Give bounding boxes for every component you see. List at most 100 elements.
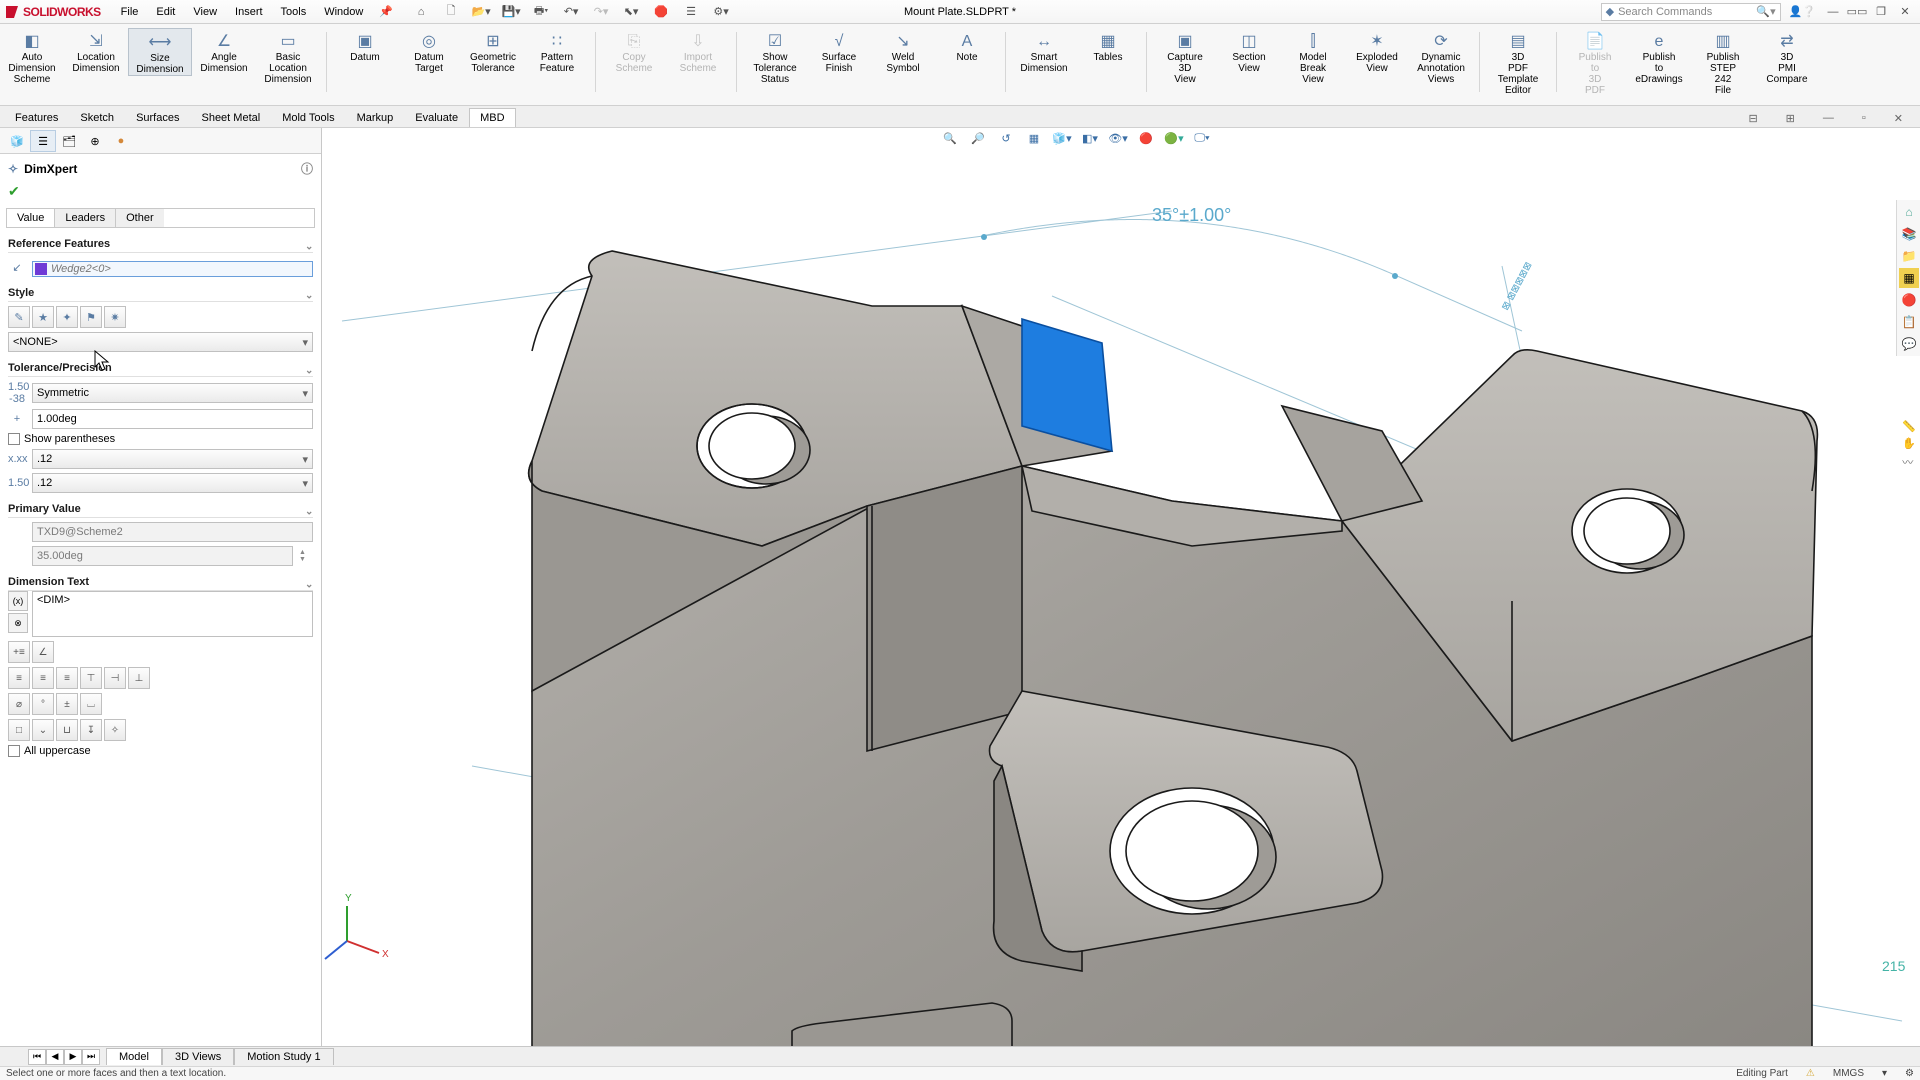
justify-top-button[interactable]: ⊤ [80, 667, 102, 689]
tab-sketch[interactable]: Sketch [69, 108, 125, 127]
tab-markup[interactable]: Markup [346, 108, 405, 127]
view-palette-icon[interactable]: ▦ [1899, 268, 1919, 288]
status-units[interactable]: MMGS [1833, 1068, 1864, 1079]
show-parentheses-checkbox[interactable]: Show parentheses [8, 433, 313, 445]
tangent-icon[interactable]: 〰 [1902, 454, 1916, 470]
help-icon[interactable]: ❔ [1802, 5, 1816, 18]
more-symbol-button[interactable]: ✧ [104, 719, 126, 741]
tab-min-icon[interactable]: — [1812, 108, 1845, 128]
down-symbol-button[interactable]: ⌄ [32, 719, 54, 741]
menu-edit[interactable]: Edit [148, 3, 183, 21]
status-custom-icon[interactable]: ⚙ [1905, 1068, 1914, 1079]
dimension-text-area[interactable]: <DIM> [32, 591, 313, 637]
close-button[interactable]: ✕ [1894, 3, 1916, 21]
zoom-fit-icon[interactable]: 🔍 [940, 128, 960, 148]
pm-tab-leaders[interactable]: Leaders [55, 209, 116, 227]
rebuild-icon[interactable]: 🛑 [651, 2, 671, 22]
ribbon-geometric-tolerance[interactable]: ⊞GeometricTolerance [461, 28, 525, 74]
unit-precision-select[interactable]: .12 [32, 449, 313, 469]
tab-mold-tools[interactable]: Mold Tools [271, 108, 345, 127]
appearances-icon[interactable]: 🔴 [1899, 290, 1919, 310]
menu-tools[interactable]: Tools [273, 3, 315, 21]
settings-icon[interactable]: ⚙▾ [711, 2, 731, 22]
menu-view[interactable]: View [185, 3, 225, 21]
render-icon[interactable]: 🖵▾ [1192, 128, 1212, 148]
section-reference-features[interactable]: Reference Features [8, 236, 313, 253]
deg-symbol-button[interactable]: ° [32, 693, 54, 715]
home-tab-icon[interactable]: ⌂ [1899, 202, 1919, 222]
ribbon-capture-3d-view[interactable]: ▣Capture3DView [1153, 28, 1217, 85]
section-icon[interactable]: ▦ [1024, 128, 1044, 148]
style-load-button[interactable]: ✎ [8, 306, 30, 328]
pm-tab-other[interactable]: Other [116, 209, 164, 227]
ribbon-size-dimension[interactable]: ⟷SizeDimension [128, 28, 192, 76]
section-tolerance[interactable]: Tolerance/Precision [8, 360, 313, 377]
custom-props-icon[interactable]: 📋 [1899, 312, 1919, 332]
bracket-left-button[interactable]: (x) [8, 591, 28, 611]
ribbon-import-scheme[interactable]: ⇩ImportScheme [666, 28, 730, 74]
ribbon-location-dimension[interactable]: ⇲LocationDimension [64, 28, 128, 74]
tab-new-icon[interactable]: ⊞ [1775, 108, 1806, 128]
pin-icon[interactable]: 📌 [379, 5, 393, 18]
tab-close-icon[interactable]: ✕ [1883, 108, 1914, 128]
tab-evaluate[interactable]: Evaluate [404, 108, 469, 127]
print-icon[interactable]: 🖶▾ [531, 2, 551, 22]
spinner-up-icon[interactable]: ▲ [299, 549, 313, 556]
tolerance-value-input[interactable]: 1.00deg [32, 409, 313, 429]
save-icon[interactable]: 💾▾ [501, 2, 521, 22]
ribbon-tables[interactable]: ▦Tables [1076, 28, 1140, 63]
justify-left-button[interactable]: ≡ [8, 667, 30, 689]
justify-bot-button[interactable]: ⊥ [128, 667, 150, 689]
scene-icon[interactable]: 🟢▾ [1164, 128, 1184, 148]
ruler-icon[interactable]: 📏 [1902, 420, 1916, 433]
ribbon-pattern-feature[interactable]: ∷PatternFeature [525, 28, 589, 74]
display-manager-tab[interactable]: ● [108, 130, 134, 152]
ribbon-3d-pdf-template-editor[interactable]: ▤3DPDFTemplateEditor [1486, 28, 1550, 96]
add-symbol-button[interactable]: +≡ [8, 641, 30, 663]
pm-tab-value[interactable]: Value [7, 209, 55, 227]
rebuild-needed-icon[interactable]: ⚠ [1806, 1068, 1815, 1079]
style-apply-button[interactable]: ⚑ [80, 306, 102, 328]
cb-symbol-button[interactable]: ⌴ [80, 693, 102, 715]
first-tab-button[interactable]: ⏮ [28, 1049, 46, 1065]
menu-file[interactable]: File [113, 3, 147, 21]
pm-symbol-button[interactable]: ± [56, 693, 78, 715]
ribbon-publish-to-3d-pdf[interactable]: 📄Publishto3DPDF [1563, 28, 1627, 96]
ribbon-weld-symbol[interactable]: ↘WeldSymbol [871, 28, 935, 74]
dimxpert-manager-tab[interactable]: ⊕ [82, 130, 108, 152]
arrow-symbol-button[interactable]: ↧ [80, 719, 102, 741]
display-style-icon[interactable]: ◧▾ [1080, 128, 1100, 148]
feature-manager-tab[interactable]: 🧊 [4, 130, 30, 152]
minimize-button[interactable]: — [1822, 3, 1844, 21]
ribbon-show-tolerance-status[interactable]: ☑ShowToleranceStatus [743, 28, 807, 85]
prev-tab-button[interactable]: ◀ [46, 1049, 64, 1065]
property-manager-tab[interactable]: ☰ [30, 130, 56, 152]
ribbon-3d-pmi-compare[interactable]: ⇄3DPMICompare [1755, 28, 1819, 85]
open-icon[interactable]: 📂▾ [471, 2, 491, 22]
tab-max-icon[interactable]: ▫ [1851, 108, 1877, 128]
new-icon[interactable]: 🗋 [441, 2, 461, 22]
bottom-tab-motion-study-1[interactable]: Motion Study 1 [234, 1048, 333, 1065]
dia-symbol-button[interactable]: ⌀ [8, 693, 30, 715]
status-menu-icon[interactable]: ▾ [1882, 1068, 1887, 1079]
tab-mbd[interactable]: MBD [469, 108, 515, 127]
justify-center-button[interactable]: ≡ [32, 667, 54, 689]
view-orientation-icon[interactable]: 🧊▾ [1052, 128, 1072, 148]
ribbon-datum[interactable]: ▣Datum [333, 28, 397, 63]
ribbon-datum-target[interactable]: ◎DatumTarget [397, 28, 461, 74]
section-dimension-text[interactable]: Dimension Text [8, 574, 313, 591]
hide-show-icon[interactable]: 👁▾ [1108, 128, 1128, 148]
bottom-tab-model[interactable]: Model [106, 1048, 162, 1065]
bottom-tab-3d-views[interactable]: 3D Views [162, 1048, 234, 1065]
section-primary-value[interactable]: Primary Value [8, 501, 313, 518]
tab-sheet-metal[interactable]: Sheet Metal [190, 108, 271, 127]
ribbon-dynamic-annotation-views[interactable]: ⟳DynamicAnnotationViews [1409, 28, 1473, 85]
dimension-callout[interactable]: 35°±1.00° [1152, 205, 1231, 225]
ribbon-basic-location-dimension[interactable]: ▭BasicLocationDimension [256, 28, 320, 85]
ribbon-section-view[interactable]: ◫SectionView [1217, 28, 1281, 74]
previous-view-icon[interactable]: ↺ [996, 128, 1016, 148]
redo-icon[interactable]: ↷▾ [591, 2, 611, 22]
style-delete-button[interactable]: ✷ [104, 306, 126, 328]
restore-inner-button[interactable]: ❐ [1870, 3, 1892, 21]
zoom-area-icon[interactable]: 🔎 [968, 128, 988, 148]
